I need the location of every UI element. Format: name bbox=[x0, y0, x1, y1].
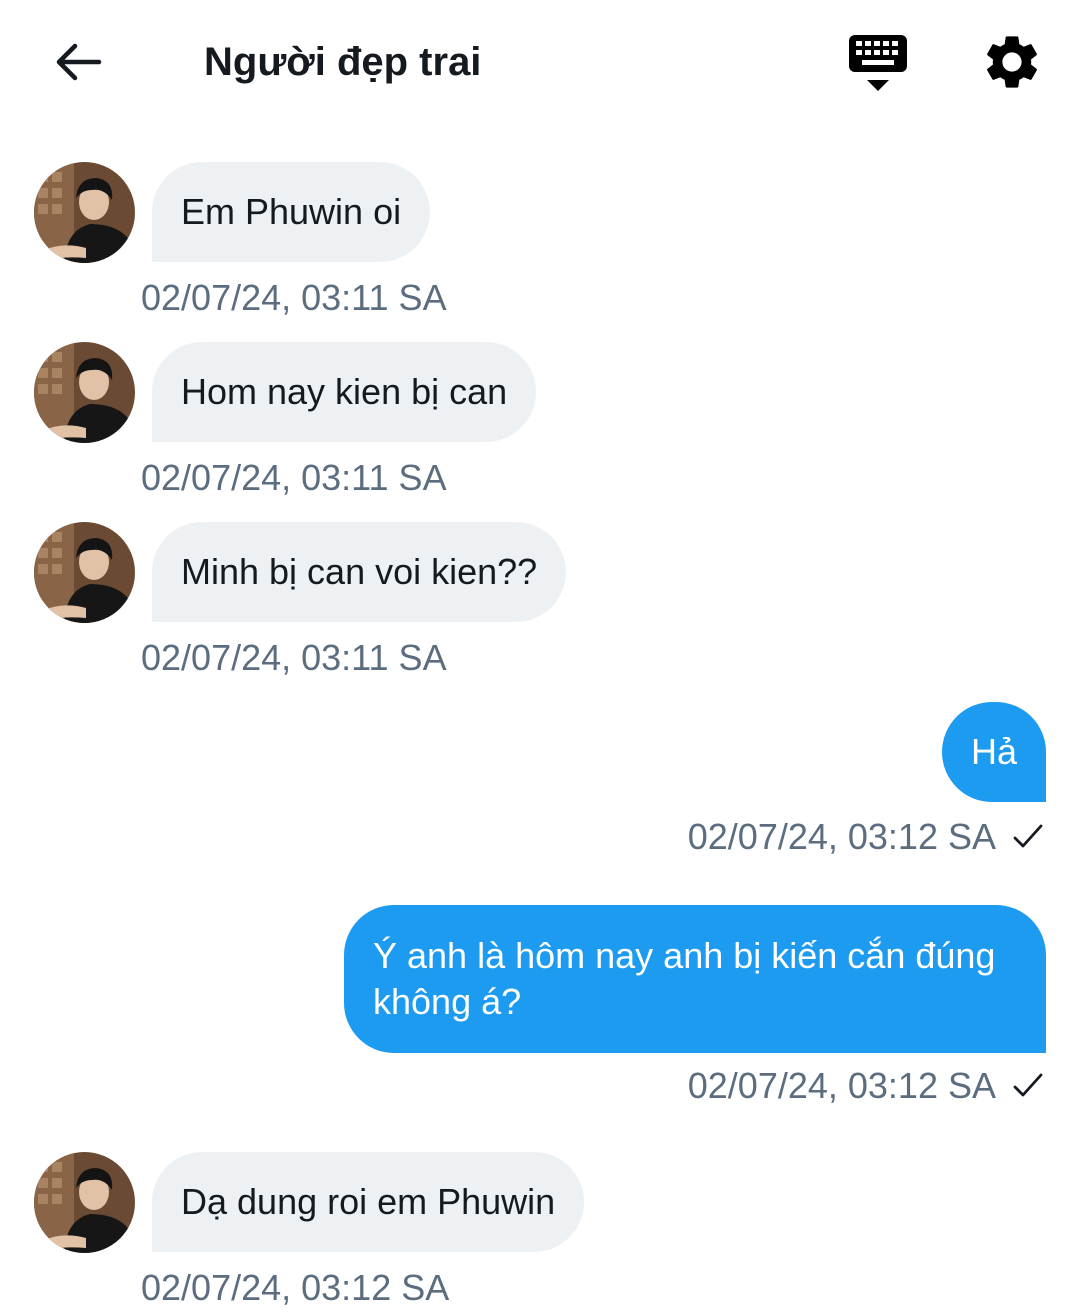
contact-avatar[interactable] bbox=[34, 162, 135, 263]
message-timestamp: 02/07/24, 03:11 SA bbox=[141, 457, 447, 498]
message-bubble-incoming[interactable]: Em Phuwin oi bbox=[152, 162, 431, 262]
contact-avatar[interactable] bbox=[34, 342, 135, 443]
top-bar: Người đẹp trai bbox=[0, 0, 1080, 124]
contact-avatar[interactable] bbox=[34, 1152, 135, 1253]
message-bubble-outgoing[interactable]: Ý anh là hôm nay anh bị kiến cắn đúng kh… bbox=[344, 905, 1046, 1053]
message-timestamp: 02/07/24, 03:12 SA bbox=[141, 1267, 450, 1308]
back-button[interactable] bbox=[48, 32, 108, 92]
message-timestamp: 02/07/24, 03:11 SA bbox=[141, 637, 447, 678]
message-timestamp: 02/07/24, 03:12 SA bbox=[687, 1065, 996, 1106]
gear-icon bbox=[987, 36, 1037, 88]
message-bubble-incoming[interactable]: Hom nay kien bị can bbox=[152, 342, 537, 442]
check-icon bbox=[1013, 824, 1043, 848]
message-meta: 02/07/24, 03:12 SA bbox=[688, 1064, 1044, 1108]
message-timestamp: 02/07/24, 03:12 SA bbox=[687, 816, 996, 857]
message-bubble-outgoing[interactable]: Hả bbox=[941, 702, 1046, 802]
conversation-title: Người đẹp trai bbox=[204, 40, 482, 84]
message-meta: 02/07/24, 03:12 SA bbox=[688, 815, 1044, 859]
contact-avatar[interactable] bbox=[34, 522, 135, 623]
message-bubble-incoming[interactable]: Dạ dung roi em Phuwin bbox=[152, 1152, 585, 1252]
check-icon bbox=[1013, 1073, 1043, 1097]
settings-button[interactable] bbox=[980, 30, 1044, 94]
hide-keyboard-button[interactable] bbox=[846, 30, 910, 94]
message-bubble-incoming[interactable]: Minh bị can voi kien?? bbox=[152, 522, 567, 622]
keyboard-hide-icon bbox=[849, 35, 907, 91]
arrow-left-icon bbox=[56, 43, 102, 81]
message-timestamp: 02/07/24, 03:11 SA bbox=[141, 277, 447, 318]
